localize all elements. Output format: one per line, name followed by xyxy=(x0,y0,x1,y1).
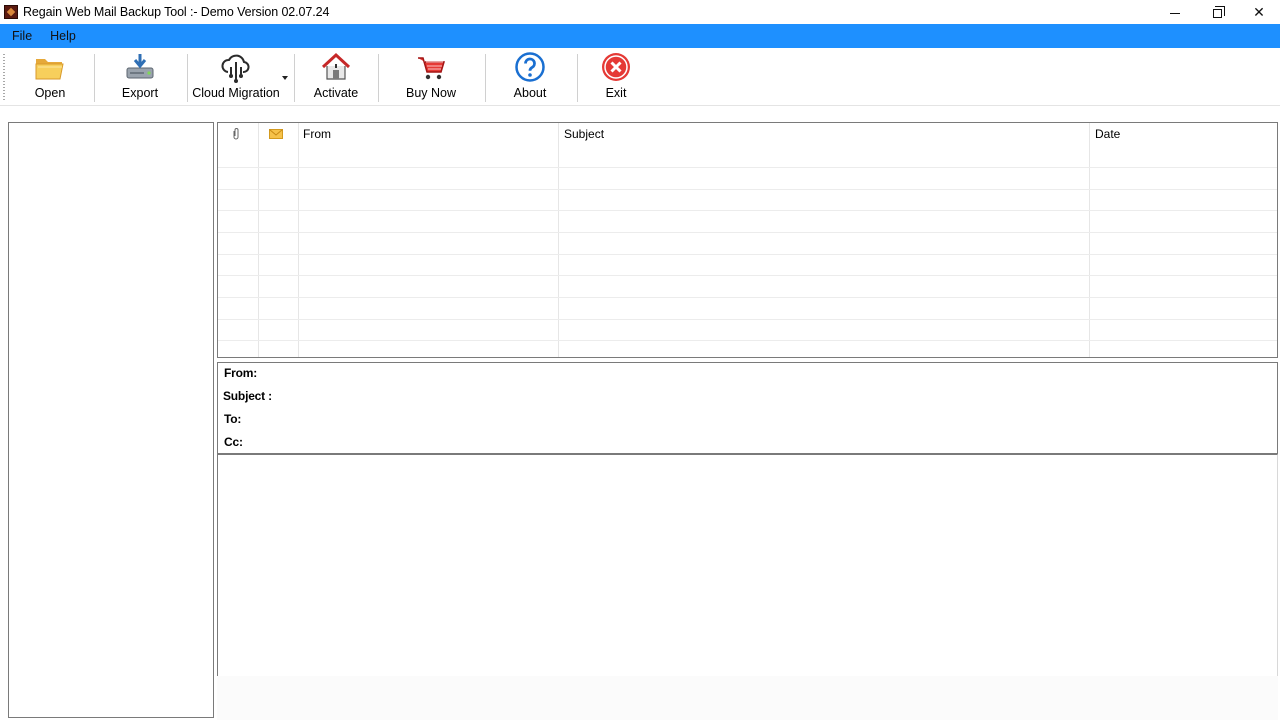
column-subject xyxy=(559,123,1090,357)
toolbar-grip[interactable] xyxy=(3,54,5,100)
app-logo-icon xyxy=(4,5,18,19)
chevron-down-icon[interactable] xyxy=(282,76,288,80)
exit-circle-icon xyxy=(599,50,633,84)
window-controls: ✕ xyxy=(1154,0,1280,24)
minimize-button[interactable] xyxy=(1154,0,1196,24)
about-button[interactable]: About xyxy=(502,50,558,104)
toolbar-separator xyxy=(94,54,95,102)
mail-body-pane[interactable] xyxy=(217,454,1278,676)
folder-open-icon xyxy=(33,50,67,84)
exit-label: Exit xyxy=(605,86,627,100)
cloud-migration-button[interactable]: Cloud Migration xyxy=(192,50,280,104)
table-row xyxy=(218,210,1277,211)
menu-help[interactable]: Help xyxy=(44,29,84,43)
activate-button[interactable]: Activate xyxy=(308,50,364,104)
buy-now-label: Buy Now xyxy=(405,86,457,100)
table-row xyxy=(218,297,1277,298)
close-button[interactable]: ✕ xyxy=(1238,0,1280,24)
toolbar-separator xyxy=(294,54,295,102)
cloud-migration-label: Cloud Migration xyxy=(192,86,280,100)
window-title: Regain Web Mail Backup Tool :- Demo Vers… xyxy=(23,5,330,19)
from-column-header[interactable]: From xyxy=(303,123,553,145)
date-column-header[interactable]: Date xyxy=(1095,123,1275,145)
toolbar-separator xyxy=(378,54,379,102)
from-field-label: From: xyxy=(224,366,257,380)
toolbar-separator xyxy=(187,54,188,102)
subject-field-label: Subject : xyxy=(223,389,272,403)
cloud-migration-icon xyxy=(219,50,253,84)
table-row xyxy=(218,275,1277,276)
open-button[interactable]: Open xyxy=(22,50,78,104)
cc-field-label: Cc: xyxy=(224,435,243,449)
toolbar: Open Export Cloud Migration Activate Buy… xyxy=(0,48,1280,106)
activate-home-icon xyxy=(319,50,353,84)
table-row xyxy=(218,254,1277,255)
toolbar-separator xyxy=(577,54,578,102)
column-read-status xyxy=(259,123,299,357)
mail-header-pane: From: Subject : To: Cc: xyxy=(217,362,1278,454)
envelope-icon xyxy=(269,129,283,139)
about-label: About xyxy=(513,86,547,100)
title-bar: Regain Web Mail Backup Tool :- Demo Vers… xyxy=(0,0,1280,24)
folder-tree-pane[interactable] xyxy=(8,122,214,718)
table-row xyxy=(218,167,1277,168)
exit-button[interactable]: Exit xyxy=(590,50,642,104)
close-icon: ✕ xyxy=(1253,3,1265,20)
attachment-icon xyxy=(233,128,239,140)
status-area xyxy=(217,676,1278,720)
table-row xyxy=(218,319,1277,320)
read-status-header[interactable] xyxy=(269,123,287,145)
to-field-label: To: xyxy=(224,412,242,426)
table-row xyxy=(218,232,1277,233)
help-circle-icon xyxy=(513,50,547,84)
column-from xyxy=(299,123,559,357)
attachment-header[interactable] xyxy=(232,123,246,145)
menu-bar: File Help xyxy=(0,24,1280,48)
export-button[interactable]: Export xyxy=(110,50,170,104)
table-row xyxy=(218,340,1277,341)
column-attachment xyxy=(218,123,259,357)
restore-icon xyxy=(1212,5,1225,18)
menu-file[interactable]: File xyxy=(6,29,40,43)
toolbar-separator xyxy=(485,54,486,102)
subject-column-header[interactable]: Subject xyxy=(564,123,1084,145)
export-label: Export xyxy=(121,86,159,100)
mail-list-grid[interactable]: From Subject Date xyxy=(217,122,1278,358)
table-row xyxy=(218,189,1277,190)
open-label: Open xyxy=(34,86,66,100)
minimize-icon xyxy=(1170,12,1180,14)
export-drive-icon xyxy=(123,50,157,84)
activate-label: Activate xyxy=(313,86,359,100)
restore-button[interactable] xyxy=(1196,0,1238,24)
buy-now-button[interactable]: Buy Now xyxy=(400,50,462,104)
shopping-cart-icon xyxy=(414,50,448,84)
